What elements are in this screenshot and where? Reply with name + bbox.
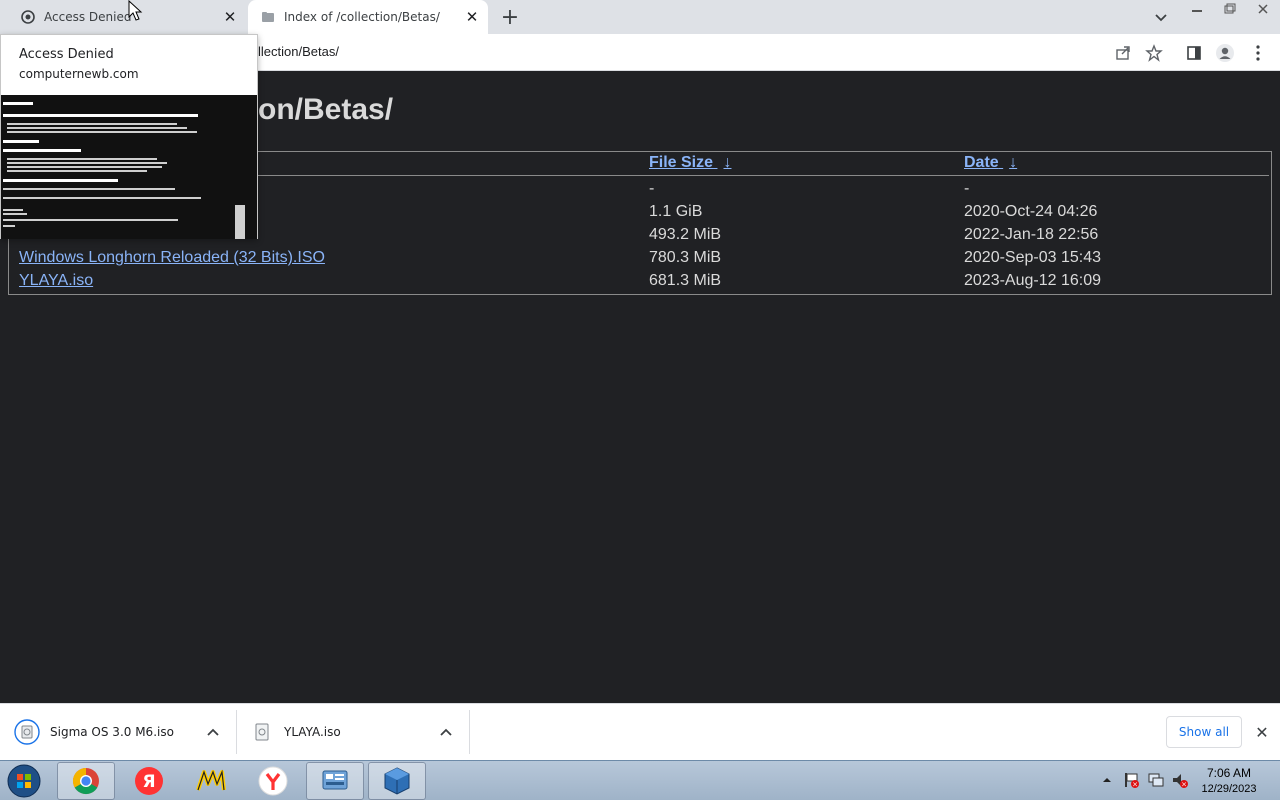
row-size: - — [649, 180, 655, 197]
svg-text:Я: Я — [142, 772, 155, 792]
file-icon — [254, 723, 270, 741]
close-window-icon[interactable] — [1246, 0, 1279, 18]
close-download-bar-icon[interactable]: ✕ — [1252, 722, 1272, 742]
row-size: 780.3 MiB — [649, 249, 722, 266]
download-item-sigma-os[interactable]: Sigma OS 3.0 M6.iso — [14, 710, 174, 754]
folder-icon — [260, 9, 276, 25]
tab-hover-card: Access Denied computernewb.com — [0, 34, 258, 239]
tab-preview-thumbnail — [1, 95, 257, 239]
new-tab-icon[interactable]: + — [498, 5, 522, 30]
disc-image-icon — [14, 719, 40, 745]
show-all-button[interactable]: Show all — [1166, 716, 1242, 748]
column-header-date[interactable]: Date ↓ — [964, 154, 1017, 172]
address-bar-text[interactable]: llection/Betas/ — [258, 44, 339, 59]
chrome-taskbar-icon[interactable] — [57, 762, 115, 800]
page-title: on/Betas/ — [258, 93, 394, 126]
start-orb-icon[interactable] — [4, 762, 44, 800]
restore-icon[interactable] — [1213, 0, 1246, 18]
side-panel-icon[interactable] — [1183, 42, 1205, 64]
cloudflare-shield-icon — [20, 9, 36, 25]
network-icon[interactable] — [1147, 771, 1165, 789]
hover-card-domain: computernewb.com — [19, 67, 139, 81]
volume-muted-icon[interactable]: × — [1171, 771, 1189, 789]
file-link-longhorn-reloaded[interactable]: Windows Longhorn Reloaded (32 Bits).ISO — [19, 249, 325, 267]
row-date: 2022-Jan-18 22:56 — [964, 226, 1099, 243]
mouse-cursor-icon — [128, 0, 143, 21]
control-panel-taskbar-icon[interactable] — [306, 762, 364, 800]
yandex-taskbar-icon[interactable] — [244, 762, 302, 800]
row-date: 2020-Oct-24 04:26 — [964, 203, 1098, 220]
row-date: 2023-Aug-12 16:09 — [964, 272, 1101, 289]
minimize-icon[interactable] — [1180, 0, 1213, 18]
tab-search-chevron-icon[interactable] — [1150, 6, 1172, 28]
divider — [236, 710, 237, 754]
column-header-label: File Size — [649, 154, 714, 171]
system-clock[interactable]: 7:06 AM 12/29/2023 — [1196, 765, 1262, 797]
row-size: 681.3 MiB — [649, 272, 722, 289]
clock-date: 12/29/2023 — [1201, 783, 1257, 795]
close-tab-icon[interactable]: ✕ — [462, 7, 482, 27]
profile-avatar-icon[interactable] — [1214, 42, 1236, 64]
bookmark-star-icon[interactable] — [1143, 42, 1165, 64]
share-icon[interactable] — [1112, 42, 1134, 64]
virtualbox-taskbar-icon[interactable] — [368, 762, 426, 800]
row-date: 2020-Sep-03 15:43 — [964, 249, 1101, 266]
row-date: - — [964, 180, 970, 197]
show-hidden-icons-chevron[interactable] — [1098, 771, 1116, 789]
download-filename: YLAYA.iso — [284, 725, 341, 739]
sort-arrow-icon: ↓ — [723, 154, 732, 171]
svg-text:×: × — [1181, 781, 1187, 789]
action-center-flag-icon[interactable]: × — [1122, 771, 1140, 789]
download-bar: Sigma OS 3.0 M6.iso YLAYA.iso Show all ✕ — [0, 703, 1280, 760]
row-size: 493.2 MiB — [649, 226, 722, 243]
row-size: 1.1 GiB — [649, 203, 703, 220]
tab-title: Index of /collection/Betas/ — [284, 10, 440, 24]
tab-strip: Access Denied ✕ Index of /collection/Bet… — [0, 0, 1280, 34]
window-controls — [1180, 0, 1280, 20]
chevron-up-icon[interactable] — [205, 724, 221, 740]
divider — [469, 710, 470, 754]
yandex-music-taskbar-icon[interactable] — [182, 762, 240, 800]
close-tab-icon[interactable]: ✕ — [220, 7, 240, 27]
column-header-label: Date — [964, 154, 999, 171]
menu-kebab-icon[interactable] — [1247, 42, 1269, 64]
tab-access-denied[interactable]: Access Denied ✕ — [0, 0, 246, 34]
windows-taskbar: Я × × 7:06 AM 12/29/2023 — [0, 760, 1280, 800]
clock-time: 7:06 AM — [1206, 766, 1252, 780]
column-header-file-size[interactable]: File Size ↓ — [649, 154, 731, 172]
file-link-ylaya[interactable]: YLAYA.iso — [19, 272, 93, 290]
chevron-up-icon[interactable] — [438, 724, 454, 740]
download-item-ylaya[interactable]: YLAYA.iso — [254, 710, 341, 754]
tab-index-betas[interactable]: Index of /collection/Betas/ ✕ — [248, 0, 488, 34]
hover-card-title: Access Denied — [19, 47, 114, 62]
svg-text:×: × — [1132, 781, 1138, 789]
sort-arrow-icon: ↓ — [1009, 154, 1018, 171]
yandex-browser-taskbar-icon[interactable]: Я — [120, 762, 178, 800]
download-filename: Sigma OS 3.0 M6.iso — [50, 725, 174, 739]
